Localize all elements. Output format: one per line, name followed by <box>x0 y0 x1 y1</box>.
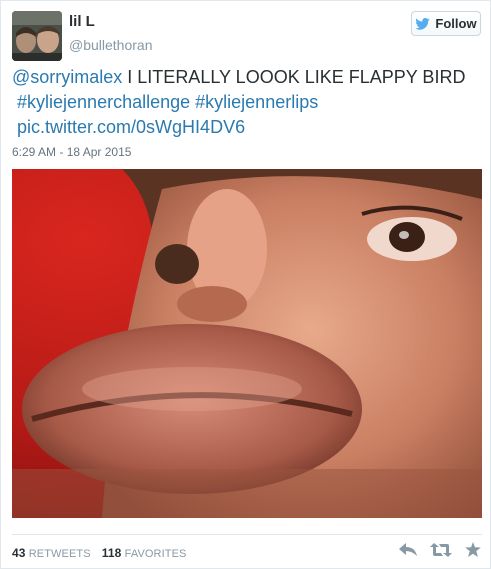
tweet-actions <box>399 541 481 563</box>
hashtag-link[interactable]: #kyliejennerlips <box>195 92 318 112</box>
favorite-stat[interactable]: 118 FAVORITES <box>101 546 187 560</box>
favorite-label: FAVORITES <box>124 548 187 560</box>
reply-icon[interactable] <box>399 542 417 562</box>
follow-button-label: Follow <box>435 16 477 31</box>
tweet-line-1: @sorryimalex I LITERALLY LOOOK LIKE FLAP… <box>12 65 482 90</box>
star-icon[interactable] <box>465 542 481 562</box>
tweet-line-3: pic.twitter.com/0sWgHI4DV6 <box>12 115 482 140</box>
follow-button[interactable]: Follow <box>411 11 481 36</box>
tweet-body: I LITERALLY LOOOK LIKE FLAPPY BIRD <box>122 67 466 87</box>
mention-link[interactable]: @sorryimalex <box>12 67 122 87</box>
favorite-count: 118 <box>101 546 122 560</box>
tweet-photo[interactable] <box>12 169 482 518</box>
divider <box>12 534 482 535</box>
tweet-header: lil L @bullethoran Follow <box>12 11 482 61</box>
retweet-label: RETWEETS <box>28 548 91 560</box>
twitter-bird-icon <box>415 17 431 30</box>
tweet-card: lil L @bullethoran Follow @sorryimalex I… <box>0 0 491 569</box>
tweet-stats: 43 RETWEETS 118 FAVORITES <box>12 546 194 560</box>
hashtag-link[interactable]: #kyliejennerchallenge <box>17 92 190 112</box>
avatar[interactable] <box>12 11 62 61</box>
retweet-icon[interactable] <box>430 542 452 562</box>
tweet-text: @sorryimalex I LITERALLY LOOOK LIKE FLAP… <box>12 65 482 140</box>
tweet-line-2: #kyliejennerchallenge #kyliejennerlips <box>12 90 482 115</box>
display-name[interactable]: lil L <box>69 13 95 30</box>
media-link[interactable]: pic.twitter.com/0sWgHI4DV6 <box>17 117 245 137</box>
tweet-timestamp[interactable]: 6:29 AM - 18 Apr 2015 <box>12 145 131 159</box>
retweet-stat[interactable]: 43 RETWEETS <box>12 546 91 560</box>
retweet-count: 43 <box>12 546 26 560</box>
user-handle[interactable]: @bullethoran <box>69 37 153 53</box>
